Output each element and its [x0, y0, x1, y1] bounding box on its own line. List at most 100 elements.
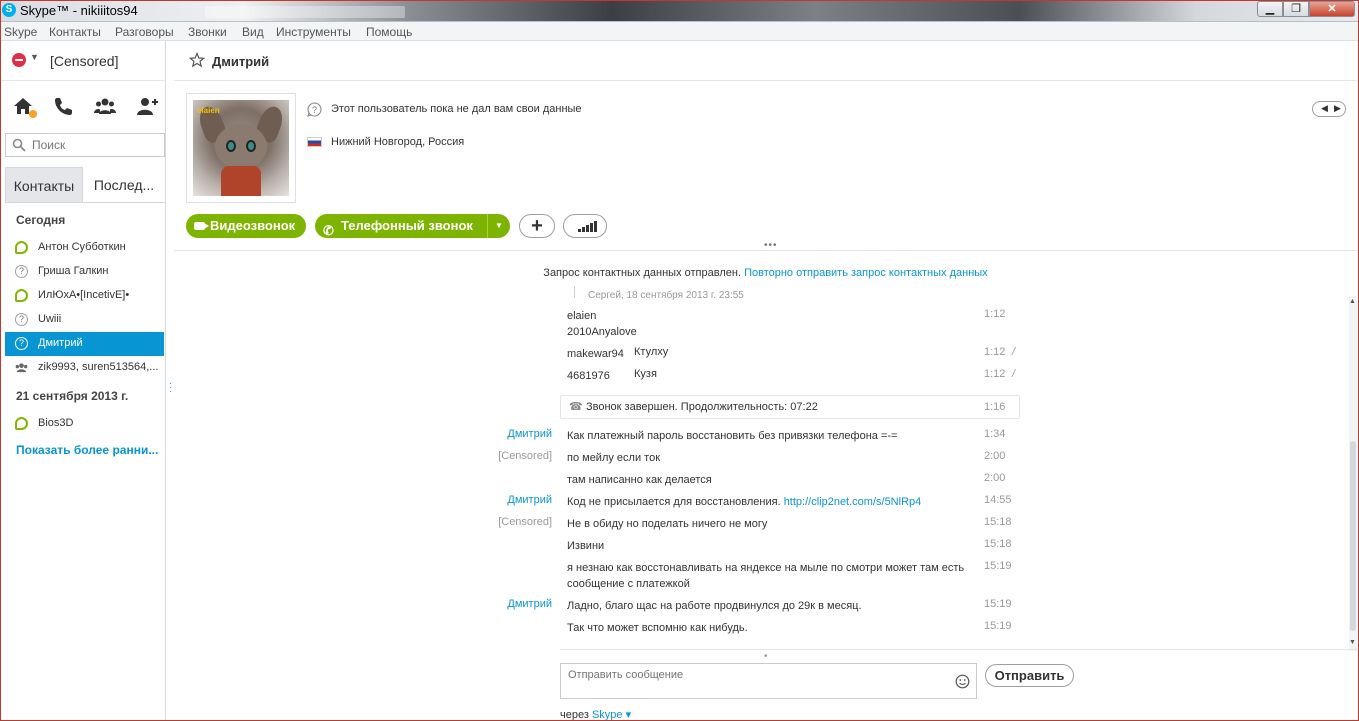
resend-request-link[interactable]: Повторно отправить запрос контактных дан…: [744, 267, 988, 279]
contact-item[interactable]: ИлЮхА•[IncetivE]•: [5, 284, 164, 308]
call-ended-notice: ☎ Звонок завершен. Продолжительность: 07…: [560, 395, 1020, 419]
menu-calls[interactable]: Звонки: [188, 25, 227, 39]
scrollbar-thumb[interactable]: [1350, 441, 1356, 631]
profile-row[interactable]: ▼ [Censored]: [0, 41, 166, 81]
search-box[interactable]: [5, 133, 165, 157]
message-time: 2:00: [984, 472, 1006, 484]
message-text-col2: Ктулху: [634, 346, 669, 358]
scroll-up-icon[interactable]: ▲: [1349, 298, 1356, 305]
add-button[interactable]: +: [519, 214, 555, 238]
message-link[interactable]: http://clip2net.com/s/5NlRp4: [784, 496, 922, 508]
status-unknown-icon: ?: [15, 337, 28, 350]
message-time: 1:12: [984, 346, 1006, 358]
russia-flag-icon: [307, 137, 322, 147]
star-icon[interactable]: [189, 52, 205, 68]
phone-call-button[interactable]: ✆ Телефонный звонок: [315, 214, 487, 238]
contact-item[interactable]: Bios3D: [5, 412, 164, 436]
resize-handle[interactable]: •: [764, 651, 768, 662]
contact-item[interactable]: zik9993, suren513564,...: [5, 356, 164, 380]
unknown-status-icon: ?: [307, 102, 322, 117]
message-text: Не в обиду но поделать ничего не могу: [567, 518, 768, 530]
conversation-panel: Дмитрий elaien ? Этот пользователь пока …: [174, 41, 1357, 721]
menu-view[interactable]: Вид: [242, 25, 264, 39]
message-time: 15:18: [984, 516, 1012, 528]
left-panel: ▼ [Censored] Контакты Послед... Сегодня …: [0, 41, 166, 721]
contact-item[interactable]: ? Uwiii: [5, 308, 164, 332]
edited-pencil-icon: /: [1012, 368, 1016, 380]
contact-item[interactable]: ? Гриша Галкин: [5, 260, 164, 284]
contact-item[interactable]: Антон Субботкин: [5, 236, 164, 260]
menu-skype[interactable]: Skype: [4, 25, 37, 39]
avatar[interactable]: elaien: [186, 93, 296, 203]
edited-pencil-icon: /: [1012, 346, 1016, 358]
message-sender[interactable]: Дмитрий: [374, 494, 552, 506]
emoticon-icon[interactable]: [955, 674, 970, 689]
chat-header: Дмитрий: [174, 41, 1357, 81]
chevron-down-icon[interactable]: ▾: [626, 709, 632, 721]
message-scrollbar[interactable]: [1349, 296, 1357, 651]
message-sender[interactable]: Дмитрий: [374, 598, 552, 610]
show-more-link[interactable]: Показать более ранни...: [16, 443, 158, 457]
phone-icon[interactable]: [52, 95, 78, 121]
request-note: Запрос контактных данных отправлен. Повт…: [174, 267, 1357, 279]
arrow-right-icon[interactable]: ▶: [1334, 103, 1341, 114]
chevron-down-icon[interactable]: ▼: [30, 52, 39, 62]
panel-splitter[interactable]: · · ·: [169, 379, 172, 397]
home-icon[interactable]: [12, 95, 38, 121]
minimize-button[interactable]: ▁: [1257, 1, 1283, 17]
message-sender[interactable]: [Censored]: [374, 450, 552, 462]
menu-conversations[interactable]: Разговоры: [115, 25, 174, 39]
call-quality-button[interactable]: [563, 214, 607, 238]
skype-logo-icon: S: [2, 3, 16, 17]
avatar-image: elaien: [193, 100, 289, 196]
message-sender[interactable]: Дмитрий: [374, 428, 552, 440]
divider: [174, 250, 1357, 251]
close-button[interactable]: ✕: [1309, 1, 1355, 17]
message-text: Как платежный пароль восстановить без пр…: [567, 430, 898, 442]
arrow-left-icon[interactable]: ◀: [1321, 103, 1328, 114]
quick-actions: [0, 95, 166, 121]
search-input[interactable]: [32, 137, 160, 153]
contact-item-selected[interactable]: ? Дмитрий: [5, 332, 164, 356]
message-input[interactable]: [568, 669, 948, 693]
message-compose-box[interactable]: [560, 663, 977, 699]
call-ended-time: 1:16: [984, 401, 1006, 413]
maximize-button[interactable]: ❐: [1283, 1, 1309, 17]
contact-name: Антон Субботкин: [38, 241, 126, 253]
video-camera-icon: [194, 222, 209, 230]
message-list[interactable]: Сергей, 18 сентября 2013 г. 23:55 elaien…: [174, 286, 1349, 648]
message-time: 15:19: [984, 560, 1012, 572]
status-online-icon: [15, 289, 28, 302]
send-button[interactable]: Отправить: [985, 664, 1074, 687]
menu-help[interactable]: Помощь: [366, 25, 412, 39]
menu-contacts[interactable]: Контакты: [49, 25, 101, 39]
profile-nav-arrows[interactable]: ◀ ▶: [1312, 101, 1346, 117]
message-text: Ладно, благо щас на работе продвинулся д…: [567, 600, 862, 612]
message-time: 1:12: [984, 308, 1006, 320]
phone-call-dropdown[interactable]: ▼: [487, 214, 510, 238]
hangup-icon: ☎: [569, 401, 583, 413]
group-icon[interactable]: [94, 95, 120, 121]
tab-recent[interactable]: Послед...: [83, 167, 165, 203]
video-call-button[interactable]: Видеозвонок: [186, 214, 306, 238]
message-time: 1:34: [984, 428, 1006, 440]
via-service[interactable]: Skype: [592, 709, 623, 721]
tab-contacts[interactable]: Контакты: [5, 167, 83, 203]
menu-tools[interactable]: Инструменты: [276, 25, 351, 39]
message-text: makewar94: [567, 348, 624, 360]
message-text: там написанно как делается: [567, 474, 712, 486]
status-online-icon: [15, 417, 28, 430]
message-sender[interactable]: [Censored]: [374, 516, 552, 528]
profile-info-text: Этот пользователь пока не дал вам свои д…: [331, 103, 582, 115]
group-header-today: Сегодня: [16, 213, 66, 227]
contact-tabs: Контакты Послед...: [5, 167, 165, 203]
scroll-down-icon[interactable]: ▼: [1349, 639, 1356, 646]
add-contact-icon[interactable]: [136, 95, 162, 121]
message-text: 2010Anyalove: [567, 326, 637, 338]
profile-name[interactable]: [Censored]: [50, 53, 118, 69]
menu-bar: Skype Контакты Разговоры Звонки Вид Инст…: [0, 22, 1359, 41]
message-text: elaien: [567, 310, 597, 322]
status-busy-icon[interactable]: [12, 53, 26, 67]
send-via[interactable]: через Skype ▾: [560, 708, 631, 721]
request-note-text: Запрос контактных данных отправлен.: [543, 267, 741, 279]
